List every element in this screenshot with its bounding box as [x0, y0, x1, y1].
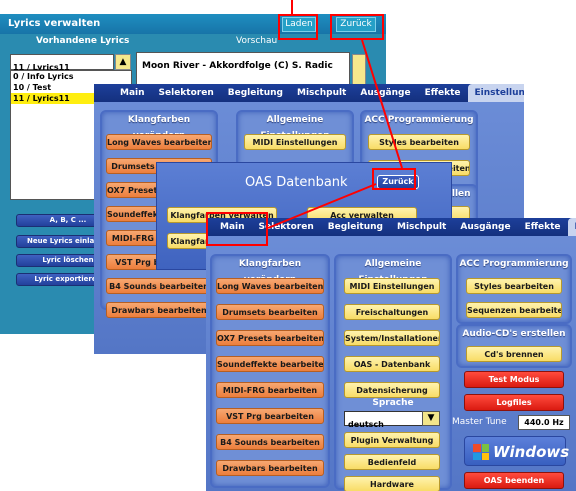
tab-ausgaenge[interactable]: Ausgänge — [353, 88, 417, 98]
bedienfeld-button[interactable]: Bedienfeld — [344, 454, 440, 470]
soundeffekte-button[interactable]: Soundeffekte bearbeiten — [216, 356, 324, 372]
front-allg-group: Allgemeine Einstellungen MIDI Einstellun… — [334, 254, 452, 491]
master-tune-label: Master Tune — [452, 417, 507, 427]
tab-einstellungen[interactable]: Einstellungen — [567, 218, 576, 236]
drumsets-button[interactable]: Drumsets bearbeiten — [216, 304, 324, 320]
language-dropdown-icon[interactable]: ▼ — [422, 411, 440, 426]
freischaltungen-button[interactable]: Freischaltungen — [344, 304, 440, 320]
midi-einstellungen-button[interactable]: MIDI Einstellungen — [244, 134, 346, 150]
group-heading: ACC Programmierung — [364, 115, 474, 125]
group-heading: Allgemeine Einstellungen — [358, 259, 427, 285]
midi-frg-button[interactable]: MIDI-FRG bearbeiten — [216, 382, 324, 398]
cd-brennen-button[interactable]: Cd's brennen — [466, 346, 562, 362]
lyrics-select[interactable]: 11 / Lyrics11 — [10, 54, 114, 72]
mid-tabbar: Main Selektoren Begleitung Mischpult Aus… — [94, 84, 524, 102]
tab-effekte[interactable]: Effekte — [418, 88, 468, 98]
screenshot-root: Lyrics verwalten Laden Zurück Vorhandene… — [0, 0, 576, 491]
preview-scrollbar[interactable] — [352, 54, 366, 88]
oas-beenden-button[interactable]: OAS beenden — [464, 472, 564, 489]
b4-button[interactable]: B4 Sounds bearbeiten — [106, 278, 212, 294]
group-heading: Klangfarben verändern — [238, 259, 302, 285]
group-heading: Allgemeine Einstellungen — [260, 115, 329, 141]
tab-begleitung[interactable]: Begleitung — [221, 88, 290, 98]
tab-mischpult[interactable]: Mischpult — [290, 88, 353, 98]
vorschau-label: Vorschau — [236, 36, 278, 46]
vst-button[interactable]: VST Prg bearbeiten — [216, 408, 324, 424]
windows-button[interactable]: Windows — [464, 436, 570, 466]
tab-einstellungen[interactable]: Einstellungen — [467, 84, 524, 102]
tab-main[interactable]: Main — [206, 222, 252, 232]
laden-button[interactable]: Laden — [282, 17, 316, 32]
dialog-zurueck-button[interactable]: Zurück — [377, 175, 419, 189]
up-arrow-icon[interactable]: ▲ — [115, 54, 131, 70]
front-acc-group: ACC Programmierung Styles bearbeiten Seq… — [456, 254, 572, 324]
system-installationen-button[interactable]: System/Installationen — [344, 330, 440, 346]
lyrics-titlebar: Lyrics verwalten Laden Zurück — [0, 14, 386, 34]
styles-button[interactable]: Styles bearbeiten — [368, 134, 470, 150]
settings-window-front: Main Selektoren Begleitung Mischpult Aus… — [206, 218, 576, 491]
oas-datenbank-button[interactable]: OAS - Datenbank — [344, 356, 440, 372]
tab-main[interactable]: Main — [94, 88, 152, 98]
drawbars-button[interactable]: Drawbars bearbeiten — [216, 460, 324, 476]
test-modus-button[interactable]: Test Modus — [464, 371, 564, 388]
front-tabbar: Main Selektoren Begleitung Mischpult Aus… — [206, 218, 576, 236]
long-waves-button[interactable]: Long Waves bearbeiten — [216, 278, 324, 294]
sprache-label: Sprache — [372, 398, 414, 408]
language-select-value: deutsch — [348, 420, 384, 429]
master-tune-field[interactable]: 440.0 Hz — [518, 415, 570, 430]
hardware-button[interactable]: Hardware — [344, 476, 440, 491]
preview-text: Moon River - Akkordfolge (C) S. Radic — [142, 61, 333, 71]
sequenzen-button[interactable]: Sequenzen bearbeiten — [466, 302, 562, 318]
long-waves-button[interactable]: Long Waves bearbeiten — [106, 134, 212, 150]
list-item[interactable]: 0 / Info Lyrics — [11, 71, 131, 82]
tab-effekte[interactable]: Effekte — [518, 222, 568, 232]
dialog-title: OAS Datenbank — [245, 175, 348, 190]
tab-selektoren[interactable]: Selektoren — [152, 88, 221, 98]
tab-begleitung[interactable]: Begleitung — [321, 222, 390, 232]
tab-mischpult[interactable]: Mischpult — [390, 222, 453, 232]
ox7-button[interactable]: OX7 Presets bearbeiten — [216, 330, 324, 346]
front-cd-group: Audio-CD's erstellen Cd's brennen — [456, 324, 572, 368]
midi-einstellungen-button[interactable]: MIDI Einstellungen — [344, 278, 440, 294]
windows-label: Windows — [493, 443, 570, 461]
logfiles-button[interactable]: Logfiles — [464, 394, 564, 411]
datensicherung-button[interactable]: Datensicherung — [344, 382, 440, 398]
plugin-verwaltung-button[interactable]: Plugin Verwaltung — [344, 432, 440, 448]
zurueck-button[interactable]: Zurück — [336, 17, 376, 32]
front-klang-group: Klangfarben verändern Long Waves bearbei… — [210, 254, 330, 488]
b4-button[interactable]: B4 Sounds bearbeiten — [216, 434, 324, 450]
group-heading: Audio-CD's erstellen — [462, 329, 566, 339]
group-heading: Klangfarben verändern — [127, 115, 191, 141]
group-heading: ACC Programmierung — [459, 259, 569, 269]
styles-button[interactable]: Styles bearbeiten — [466, 278, 562, 294]
drawbars-button[interactable]: Drawbars bearbeiten — [106, 302, 212, 318]
vorhandene-lyrics-label: Vorhandene Lyrics — [36, 36, 130, 46]
tab-selektoren[interactable]: Selektoren — [252, 222, 321, 232]
tab-ausgaenge[interactable]: Ausgänge — [453, 222, 517, 232]
lyrics-window-title: Lyrics verwalten — [8, 18, 101, 29]
windows-logo-icon — [473, 444, 489, 460]
